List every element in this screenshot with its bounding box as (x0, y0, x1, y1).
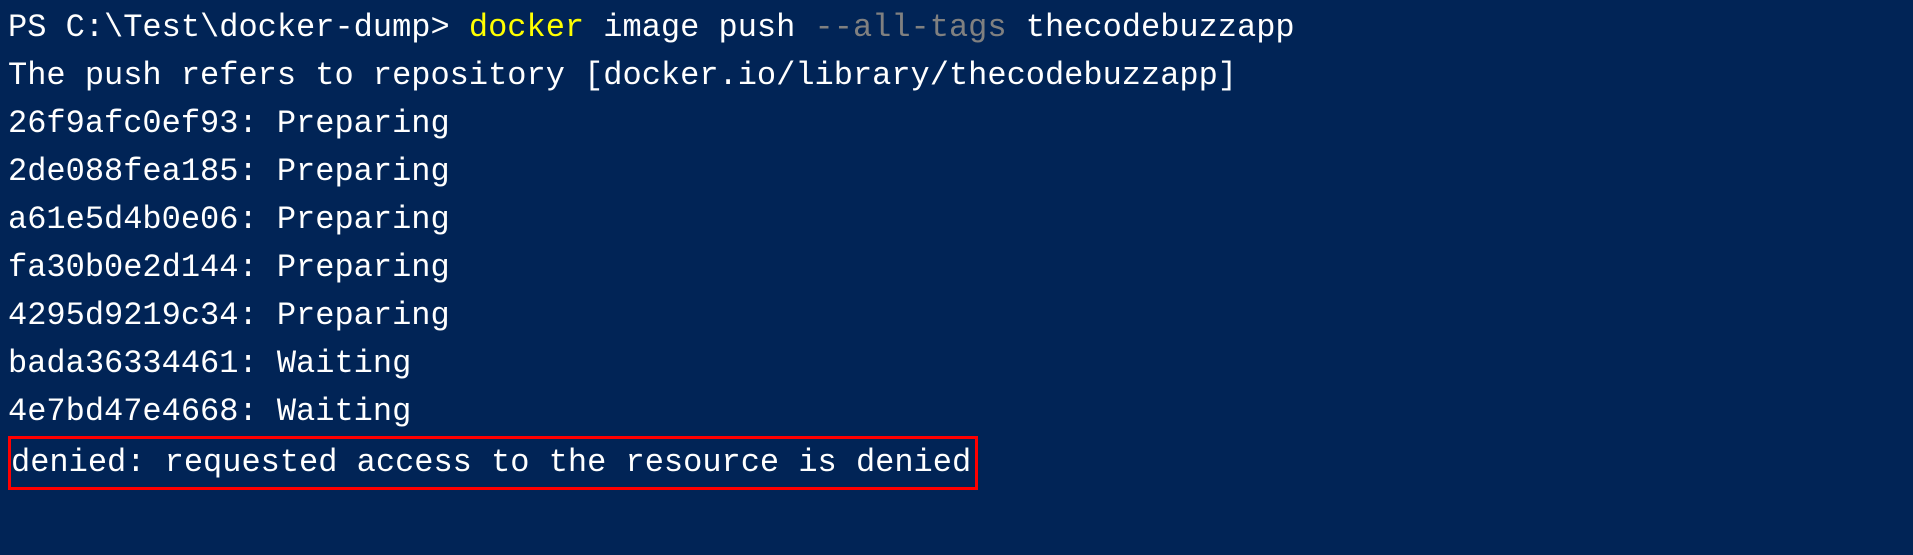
layer-hash: 4e7bd47e4668 (8, 393, 238, 430)
layer-status: Preparing (277, 153, 450, 190)
layer-hash: a61e5d4b0e06 (8, 201, 238, 238)
layer-status-line: 26f9afc0ef93: Preparing (8, 100, 1905, 148)
layer-status-line: bada36334461: Waiting (8, 340, 1905, 388)
layer-status-line: fa30b0e2d144: Preparing (8, 244, 1905, 292)
layer-hash: bada36334461 (8, 345, 238, 382)
layer-status-line: 4295d9219c34: Preparing (8, 292, 1905, 340)
layer-hash: 2de088fea185 (8, 153, 238, 190)
layer-status-line: 4e7bd47e4668: Waiting (8, 388, 1905, 436)
error-line-container: denied: requested access to the resource… (8, 436, 1905, 490)
layer-status: Preparing (277, 201, 450, 238)
command-docker: docker (469, 9, 584, 46)
layer-status: Preparing (277, 105, 450, 142)
layer-status: Preparing (277, 249, 450, 286)
command-line[interactable]: PS C:\Test\docker-dump> docker image pus… (8, 4, 1905, 52)
error-message: denied: requested access to the resource… (8, 436, 978, 490)
layer-status: Waiting (277, 393, 411, 430)
command-args-1: image push (584, 9, 814, 46)
command-args-2: thecodebuzzapp (1007, 9, 1295, 46)
layer-status: Waiting (277, 345, 411, 382)
command-flag: --all-tags (815, 9, 1007, 46)
layer-hash: 4295d9219c34 (8, 297, 238, 334)
output-repository-line: The push refers to repository [docker.io… (8, 52, 1905, 100)
layer-hash: fa30b0e2d144 (8, 249, 238, 286)
layer-hash: 26f9afc0ef93 (8, 105, 238, 142)
prompt-prefix: PS C:\Test\docker-dump> (8, 9, 469, 46)
layer-status-line: a61e5d4b0e06: Preparing (8, 196, 1905, 244)
layer-status-line: 2de088fea185: Preparing (8, 148, 1905, 196)
layer-status: Preparing (277, 297, 450, 334)
